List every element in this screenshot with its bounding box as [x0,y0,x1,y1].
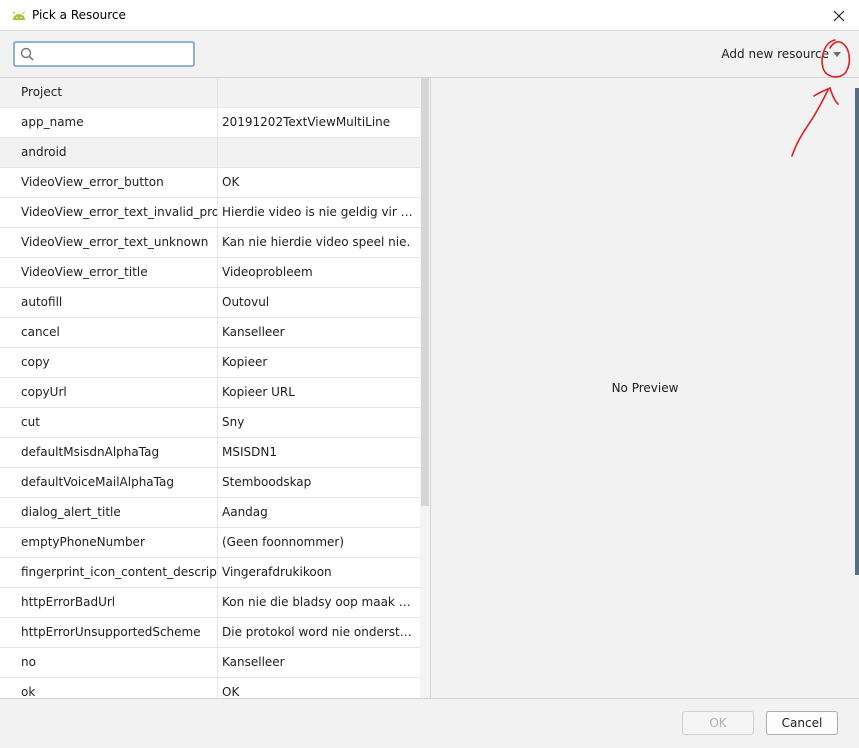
resource-value-cell: Kan nie hierdie video speel nie. [222,235,411,249]
resource-name-cell: android [0,138,218,167]
resource-table: Project app_name 20191202TextViewMultiLine… [0,78,431,698]
table-row[interactable]: ok OK [0,678,420,698]
resource-value-cell: Hierdie video is nie geldig vir strom... [222,205,420,219]
resource-name-cell: VideoView_error_title [0,258,218,287]
resource-name-cell: fingerprint_icon_content_description [0,558,218,587]
resource-name-cell: copy [0,348,218,377]
search-input[interactable] [39,45,189,63]
group-header-row[interactable]: Project [0,78,420,108]
table-row[interactable]: copyUrl Kopieer URL [0,378,420,408]
resource-value-cell: OK [222,175,240,189]
resource-name-cell: autofill [0,288,218,317]
table-row[interactable]: VideoView_error_text_unknown Kan nie hier… [0,228,420,258]
table-row[interactable]: cut Sny [0,408,420,438]
resource-value-cell [218,138,420,167]
resource-name-cell: app_name [0,108,218,137]
table-row[interactable]: dialog_alert_title Aandag [0,498,420,528]
preview-pane: No Preview [431,78,859,698]
table-row[interactable]: VideoView_error_text_invalid_progres Hier… [0,198,420,228]
resource-value-cell: Aandag [222,505,268,519]
title-bar: Pick a Resource [0,0,859,31]
dialog-footer: OK Cancel [0,698,859,748]
table-row[interactable]: app_name 20191202TextViewMultiLine [0,108,420,138]
table-row[interactable]: fingerprint_icon_content_description Ving… [0,558,420,588]
resource-value-cell: Vingerafdrukikoon [222,565,332,579]
toolbar: Add new resource [0,31,859,78]
vertical-scrollbar[interactable] [420,78,430,698]
resource-name-cell: cut [0,408,218,437]
resource-value-cell: Kanselleer [222,325,285,339]
add-new-resource-dropdown[interactable]: Add new resource [721,47,841,61]
resource-value-cell: Stemboodskap [222,475,312,489]
resource-name-cell: copyUrl [0,378,218,407]
table-row[interactable]: defaultMsisdnAlphaTag MSISDN1 [0,438,420,468]
resource-name-cell: httpErrorBadUrl [0,588,218,617]
resource-rows: Project app_name 20191202TextViewMultiLine… [0,78,420,698]
resource-value-cell: Kanselleer [222,655,285,669]
window-title: Pick a Resource [32,8,126,22]
chevron-down-icon [833,52,841,57]
add-new-resource-label: Add new resource [721,47,829,61]
resource-name-cell: VideoView_error_button [0,168,218,197]
resource-name-cell: cancel [0,318,218,347]
search-box[interactable] [13,41,195,67]
resource-value-cell: (Geen foonnommer) [222,535,345,549]
resource-value-cell: 20191202TextViewMultiLine [222,115,391,129]
table-row[interactable]: defaultVoiceMailAlphaTag Stemboodskap [0,468,420,498]
cancel-button[interactable]: Cancel [766,711,838,735]
search-icon [20,47,34,61]
resource-name-cell: VideoView_error_text_invalid_progres [0,198,218,227]
resource-value-cell: Outovul [222,295,270,309]
resource-value-cell: OK [222,685,240,698]
table-row[interactable]: no Kanselleer [0,648,420,678]
resource-name-cell: httpErrorUnsupportedScheme [0,618,218,647]
close-icon [833,10,845,21]
resource-name-cell: no [0,648,218,677]
resource-name-cell: dialog_alert_title [0,498,218,527]
resource-value-cell: Kopieer URL [222,385,295,399]
ok-button[interactable]: OK [682,711,754,735]
resource-name-cell: defaultMsisdnAlphaTag [0,438,218,467]
resource-name-cell: emptyPhoneNumber [0,528,218,557]
table-row[interactable]: autofill Outovul [0,288,420,318]
table-row[interactable]: httpErrorBadUrl Kon nie die bladsy oop ma… [0,588,420,618]
resource-name-cell: VideoView_error_text_unknown [0,228,218,257]
resource-name-cell: defaultVoiceMailAlphaTag [0,468,218,497]
resource-value-cell: Die protokol word nie ondersteun ... [222,625,420,639]
resource-value-cell: Sny [222,415,245,429]
resource-name-cell: Project [0,78,218,107]
table-row[interactable]: httpErrorUnsupportedScheme Die protokol w… [0,618,420,648]
background-window-edge [855,88,859,575]
table-row[interactable]: VideoView_error_button OK [0,168,420,198]
resource-value-cell: Videoprobleem [222,265,313,279]
table-row[interactable]: VideoView_error_title Videoprobleem [0,258,420,288]
close-button[interactable] [819,0,859,31]
resource-value-cell: Kopieer [222,355,268,369]
no-preview-label: No Preview [611,381,679,395]
android-icon [13,11,25,20]
resource-value-cell: Kon nie die bladsy oop maak nie, w... [222,595,420,609]
resource-value-cell [218,78,420,107]
resource-name-cell: ok [0,678,218,698]
table-row[interactable]: copy Kopieer [0,348,420,378]
group-header-row[interactable]: android [0,138,420,168]
table-row[interactable]: emptyPhoneNumber (Geen foonnommer) [0,528,420,558]
resource-value-cell: MSISDN1 [222,445,277,459]
scrollbar-thumb[interactable] [421,78,429,506]
table-row[interactable]: cancel Kanselleer [0,318,420,348]
